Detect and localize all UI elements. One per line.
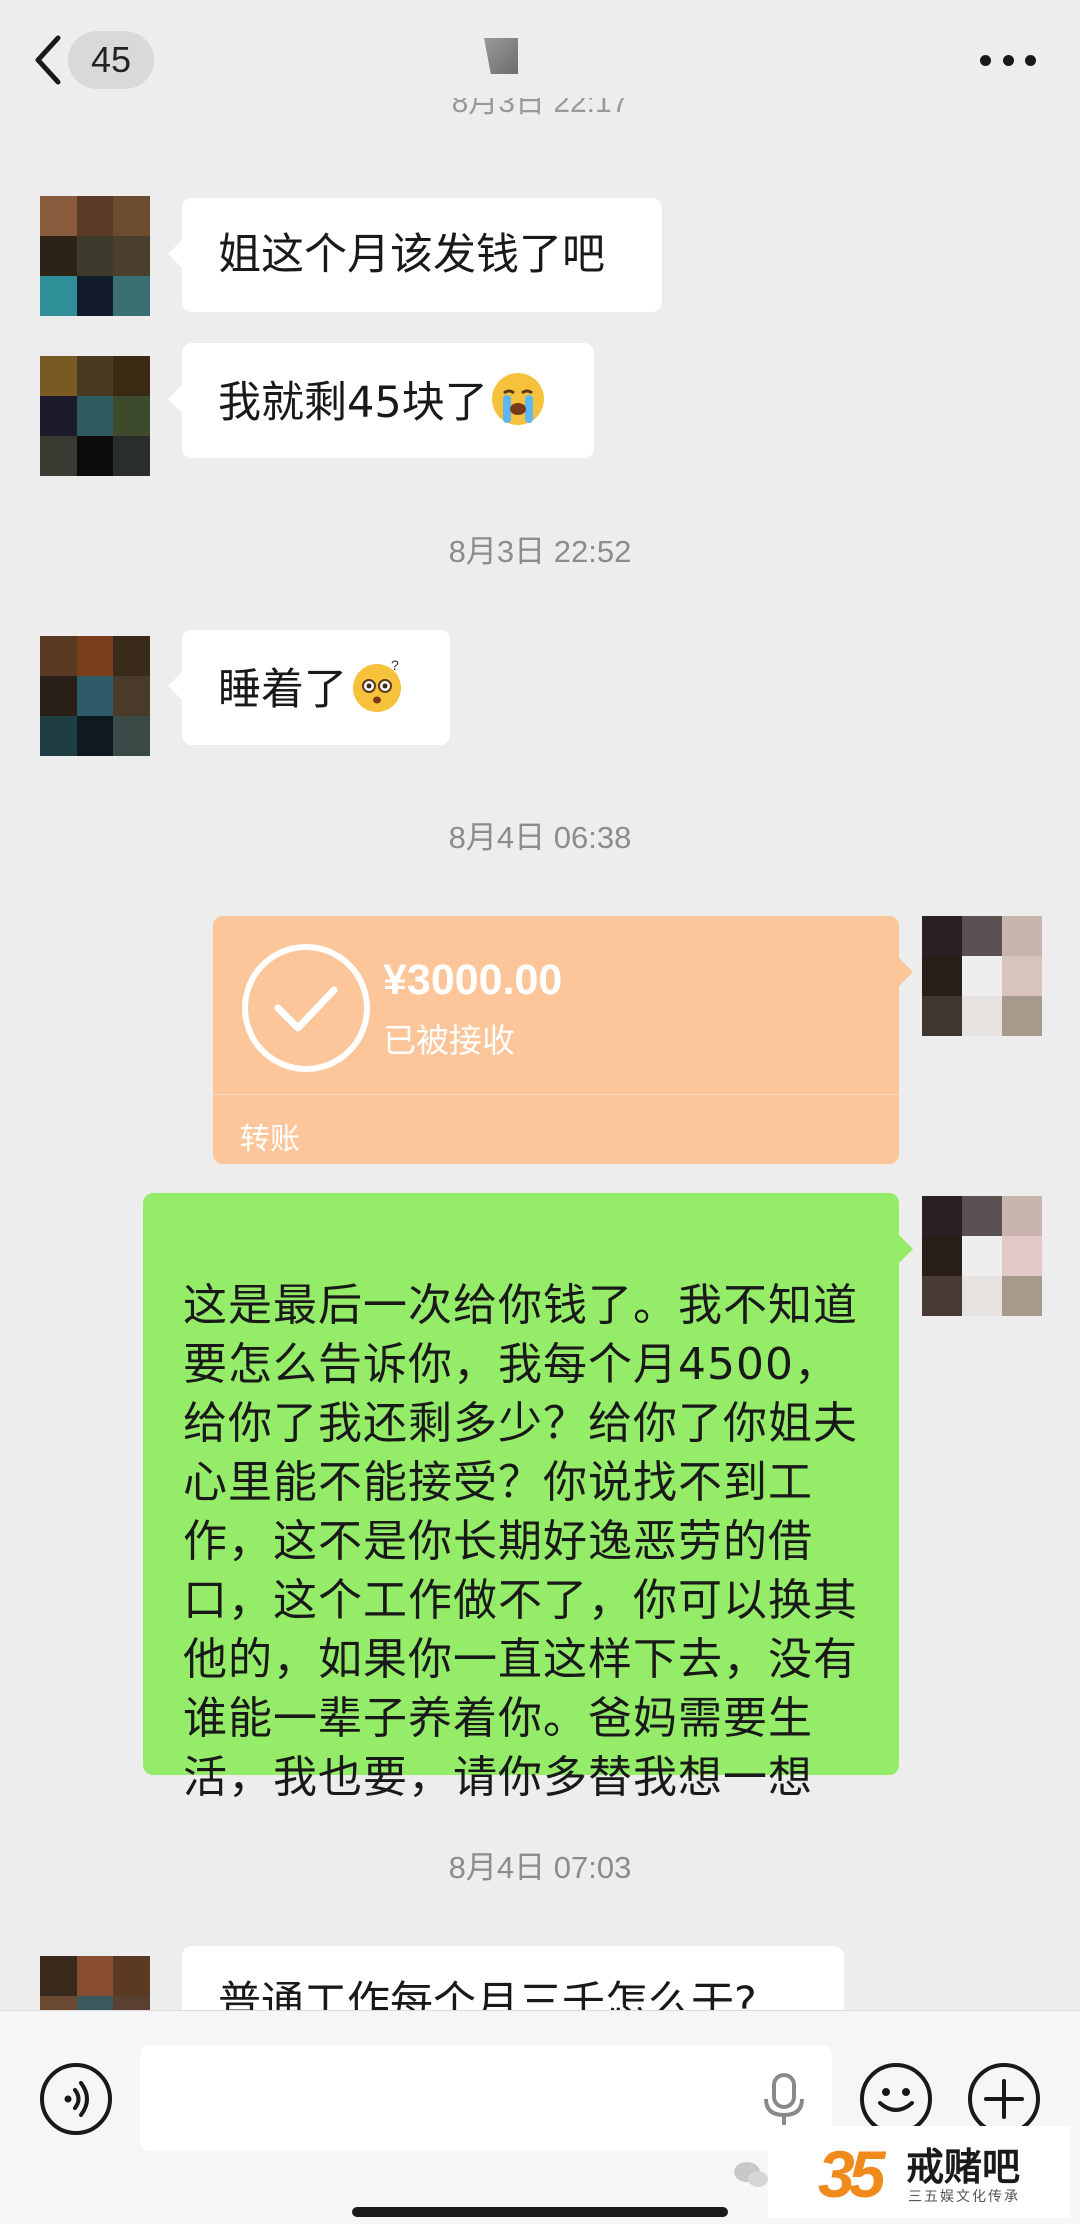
confused-face-icon: ?	[353, 658, 401, 712]
transfer-status: 已被接收	[383, 1021, 515, 1060]
dot-icon	[1025, 54, 1036, 66]
svg-text:?: ?	[391, 658, 399, 673]
timestamp: 8月4日 06:38	[448, 820, 632, 855]
chevron-left-icon	[35, 35, 61, 85]
dot-icon	[1002, 54, 1014, 66]
contact-avatar[interactable]	[40, 356, 150, 476]
crying-face-icon	[491, 373, 544, 425]
transfer-card[interactable]: ¥3000.00 已被接收 转账	[213, 916, 913, 1164]
divider	[213, 1094, 899, 1095]
my-avatar[interactable]	[922, 1196, 1042, 1316]
home-indicator[interactable]	[352, 2207, 728, 2217]
voice-toggle-button[interactable]	[40, 2063, 112, 2135]
more-functions-button[interactable]	[968, 2063, 1040, 2135]
timestamp: 8月4日 07:03	[448, 1850, 632, 1885]
timestamp-partial: 8月3日 22:17	[451, 98, 629, 119]
message-text: 睡着了	[218, 665, 347, 715]
my-avatar[interactable]	[922, 916, 1042, 1036]
incoming-message[interactable]: 姐这个月该发钱了吧	[168, 198, 662, 312]
message-text: 我就剩45块了	[218, 378, 488, 428]
back-button[interactable]: 45	[30, 28, 160, 92]
dot-icon	[980, 54, 991, 66]
microphone-icon[interactable]	[762, 2073, 806, 2127]
transfer-label: 转账	[240, 1122, 300, 1157]
transfer-amount: ¥3000.00	[383, 956, 563, 1004]
voice-icon	[64, 2081, 89, 2117]
plus-icon	[984, 2079, 1024, 2119]
unread-count-badge: 45	[68, 31, 154, 89]
check-circle-icon	[242, 944, 370, 1072]
message-input[interactable]	[140, 2045, 832, 2151]
chat-title-redacted	[484, 38, 518, 74]
timestamp: 8月3日 22:52	[448, 534, 632, 569]
incoming-message[interactable]: 睡着了 ?	[168, 630, 450, 745]
more-options-button[interactable]	[980, 50, 1036, 70]
smiley-icon	[878, 2088, 914, 2112]
contact-avatar[interactable]	[40, 636, 150, 756]
outgoing-message[interactable]: 这是最后一次给你钱了。我不知道 要怎么告诉你，我每个月4500， 给你了我还剩多…	[143, 1193, 913, 1803]
message-text: 姐这个月该发钱了吧	[218, 230, 605, 280]
wechat-logo-icon	[734, 2162, 768, 2187]
watermark-brand: 戒赌吧	[906, 2145, 1021, 2189]
watermark-tagline: 三五娱文化传承	[908, 2189, 1020, 2205]
message-text: 这是最后一次给你钱了。我不知道 要怎么告诉你，我每个月4500， 给你了我还剩多…	[183, 1280, 858, 1803]
emoji-button[interactable]	[860, 2063, 932, 2135]
incoming-message[interactable]: 我就剩45块了	[168, 343, 594, 458]
watermark-logo-number: 35	[818, 2137, 885, 2211]
contact-avatar[interactable]	[40, 196, 150, 316]
